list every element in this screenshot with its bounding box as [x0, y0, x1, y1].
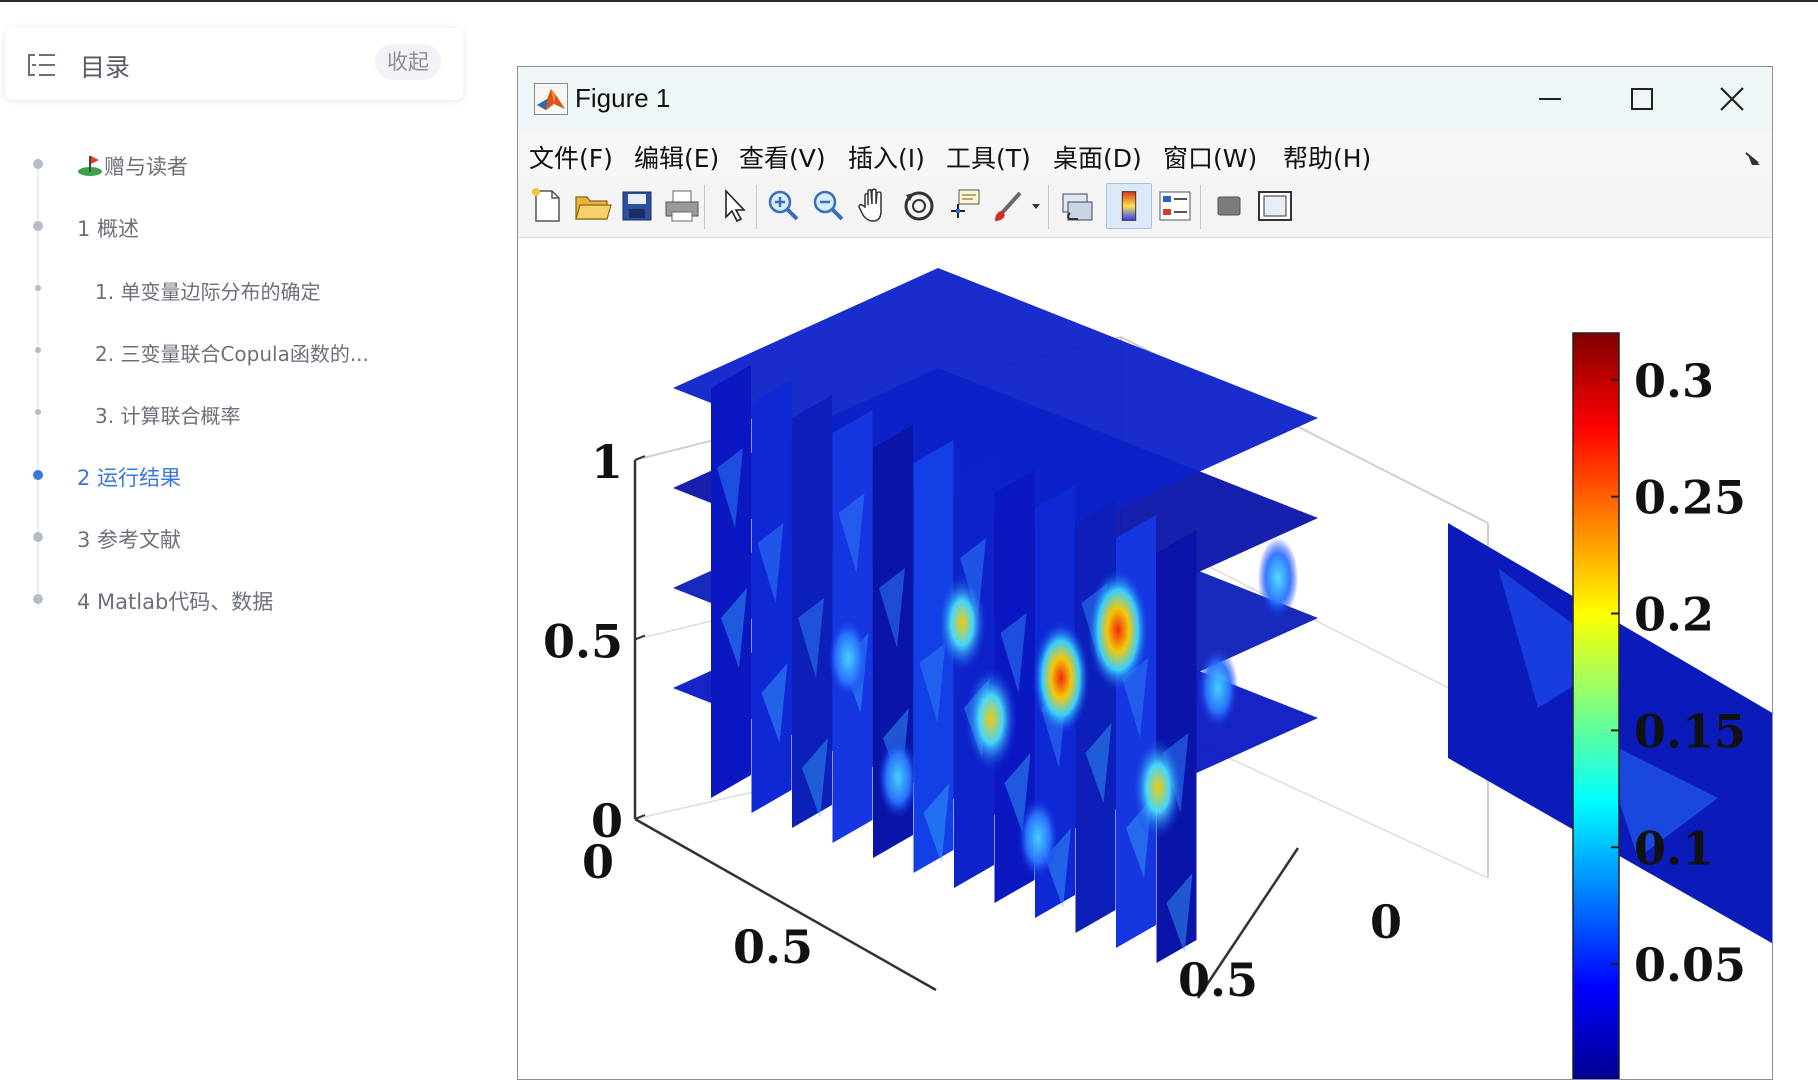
maximize-icon[interactable] — [1620, 77, 1664, 121]
hotspot — [1017, 797, 1059, 879]
toolbar-separator — [1048, 185, 1049, 229]
z-tick-label: 0.5 — [543, 615, 623, 669]
toc-item-overview[interactable]: 1 概述 — [77, 213, 139, 243]
hotspot — [1132, 736, 1184, 840]
close-icon[interactable] — [1710, 77, 1754, 121]
x-tick-label: 0.5 — [733, 920, 813, 974]
toc-bullet — [33, 594, 43, 604]
hotspot — [937, 573, 987, 673]
colorbar-tick-label: 0.3 — [1634, 354, 1714, 408]
hotspot — [1257, 537, 1299, 619]
figure-window: Figure 1 文件(F) 编辑(E) 查看(V) 插入(I) 工具(T) 桌… — [517, 66, 1773, 1080]
minimize-icon[interactable] — [1528, 77, 1572, 121]
show-plot-tools-icon[interactable] — [1252, 183, 1298, 229]
toc-item-gift[interactable]: 赠与读者 — [78, 151, 188, 181]
toc-item-marginal[interactable]: 1. 单变量边际分布的确定 — [95, 276, 320, 305]
toc-bullet — [33, 532, 43, 542]
toc-title: 目录 — [80, 53, 131, 82]
save-icon[interactable] — [614, 183, 660, 229]
legend-icon[interactable] — [1152, 183, 1198, 229]
menu-window[interactable]: 窗口(W) — [1163, 139, 1257, 175]
new-figure-icon[interactable] — [524, 183, 570, 229]
toc-bullet — [35, 347, 41, 353]
hotspot — [1087, 568, 1149, 692]
window-title: Figure 1 — [575, 83, 671, 113]
x-slice — [711, 365, 751, 798]
toc-item-copula[interactable]: 2. 三变量联合Copula函数的... — [95, 338, 369, 367]
zoom-out-icon[interactable] — [806, 183, 852, 229]
menu-edit[interactable]: 编辑(E) — [634, 139, 719, 175]
matlab-logo-icon — [534, 83, 568, 115]
colorbar-tick-label: 0.05 — [1634, 938, 1746, 992]
toc-bullet — [35, 409, 41, 415]
plot-area: 0.05 0.1 0.15 0.2 0.25 0.3 0 0.5 1 0 0.5 0 0.5 — [518, 238, 1772, 1080]
y-tick-label: 0.5 — [1178, 953, 1258, 1007]
toolbar-separator — [704, 185, 705, 229]
pan-icon[interactable] — [851, 183, 897, 229]
toolbar-separator — [1200, 185, 1201, 229]
slice-plot[interactable]: 0.050.10.150.20.250.3 00.5100.5 00.5 — [518, 238, 1772, 1080]
toc-bullet — [33, 221, 43, 231]
toc-bullet-active — [33, 470, 43, 480]
colorbar-tick-label: 0.2 — [1634, 588, 1714, 642]
colorbar-tick-label: 0.15 — [1634, 704, 1746, 758]
rotate-3d-icon[interactable] — [896, 183, 942, 229]
menu-file[interactable]: 文件(F) — [529, 139, 613, 175]
toolbar-separator — [756, 185, 757, 229]
toc-item-results[interactable]: 2 运行结果 — [77, 462, 181, 492]
colorbar-tick-label: 0.1 — [1634, 821, 1714, 875]
hotspot — [1032, 620, 1090, 736]
menu-help[interactable]: 帮助(H) — [1283, 139, 1371, 175]
top-divider — [0, 0, 1818, 2]
data-cursor-icon[interactable] — [941, 183, 987, 229]
colorbar — [1572, 332, 1620, 1079]
hotspot — [827, 617, 869, 699]
link-plot-icon[interactable] — [1054, 183, 1100, 229]
toc-item-references[interactable]: 3 参考文献 — [77, 524, 181, 554]
toc-collapse-button[interactable]: 收起 — [375, 44, 441, 80]
x-slice — [751, 380, 792, 813]
x-tick-label: 0 — [582, 835, 614, 889]
hotspot — [964, 666, 1018, 772]
open-file-icon[interactable] — [569, 183, 615, 229]
print-icon[interactable] — [659, 183, 705, 229]
menu-view[interactable]: 查看(V) — [739, 139, 826, 175]
menu-tools[interactable]: 工具(T) — [946, 139, 1031, 175]
outline-list-icon — [28, 54, 55, 76]
golf-flag-icon — [78, 156, 102, 176]
menu-desktop[interactable]: 桌面(D) — [1053, 139, 1142, 175]
zoom-in-icon[interactable] — [761, 183, 807, 229]
colorbar-tick-label: 0.25 — [1634, 471, 1746, 525]
toc-bullet — [35, 285, 41, 291]
toc-item-joint-prob[interactable]: 3. 计算联合概率 — [95, 400, 240, 429]
colorbar-icon[interactable] — [1106, 183, 1152, 229]
menu-insert[interactable]: 插入(I) — [848, 139, 925, 175]
pointer-icon[interactable] — [710, 183, 756, 229]
hotspot — [877, 737, 919, 819]
title-bar[interactable] — [518, 67, 1772, 131]
toc-bullet — [33, 159, 43, 169]
toc-item-code[interactable]: 4 Matlab代码、数据 — [77, 586, 273, 616]
hotspot — [1197, 647, 1239, 729]
brush-dropdown-icon[interactable] — [1028, 183, 1044, 229]
toc-header: 目录 收起 — [5, 28, 463, 100]
z-tick-label: 1 — [591, 435, 623, 489]
brush-icon[interactable] — [986, 183, 1032, 229]
toc-item-label: 赠与读者 — [104, 155, 188, 179]
hide-plot-tools-icon[interactable] — [1206, 183, 1252, 229]
dock-arrow-icon[interactable] — [1744, 149, 1764, 169]
y-tick-label: 0 — [1370, 895, 1402, 949]
